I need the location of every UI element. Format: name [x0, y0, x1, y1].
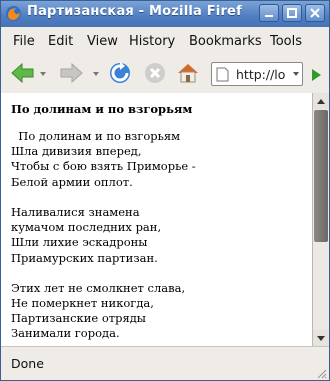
page-content[interactable]: По долинам и по взгорьям По долинам и по… [1, 93, 312, 346]
home-icon[interactable] [175, 60, 201, 86]
menu-bookmarks[interactable]: Bookmarks [189, 34, 262, 49]
page-icon [216, 67, 229, 82]
forward-history-dropdown[interactable] [93, 72, 99, 76]
poem-line: Партизанские отряды [11, 311, 146, 326]
poem-line: Не померкнет никогда, [11, 296, 154, 311]
close-icon [310, 8, 320, 18]
close-button[interactable] [305, 4, 325, 22]
reload-icon[interactable] [107, 60, 133, 86]
poem-line: Этих лет не смолкнет слава, [11, 280, 186, 295]
poem-line: Занимали города. [11, 326, 120, 341]
menu-view[interactable]: View [87, 34, 118, 49]
firefox-icon [6, 6, 21, 21]
scroll-thumb[interactable] [314, 110, 328, 242]
menu-file[interactable]: File [13, 34, 35, 49]
poem-line: Шли лихие эскадроны [11, 235, 148, 250]
resize-grip-icon[interactable] [315, 367, 327, 379]
minimize-button[interactable] [259, 4, 279, 22]
minimize-icon [265, 15, 273, 17]
browser-window: Партизанская - Mozilla Firef File Edit V… [0, 0, 330, 381]
status-text: Done [11, 356, 44, 371]
poem-line: По долинам и по взгорьям [11, 129, 181, 143]
menu-bar: File Edit View History Bookmarks Tools [1, 27, 329, 55]
title-bar[interactable]: Партизанская - Mozilla Firef [1, 1, 329, 27]
maximize-button[interactable] [282, 4, 302, 22]
poem-line: Чтобы с бою взять Приморье - [11, 159, 196, 174]
menu-tools[interactable]: Tools [270, 34, 302, 49]
poem-line: Наливалися знамена [11, 204, 140, 219]
poem-line: кумачом последних ран, [11, 220, 162, 235]
back-history-dropdown[interactable] [40, 72, 46, 76]
scroll-up-button[interactable] [313, 93, 329, 109]
forward-arrow-icon [60, 62, 83, 84]
scroll-down-button[interactable] [313, 330, 329, 346]
menu-edit[interactable]: Edit [48, 34, 73, 49]
poem-text: По долинам и по взгорьям Шла дивизия впе… [11, 129, 196, 342]
url-dropdown-icon[interactable] [293, 72, 299, 76]
poem-line: Белой армии оплот. [11, 174, 133, 189]
go-icon[interactable] [309, 68, 323, 82]
url-text[interactable]: http://lo [236, 67, 288, 82]
url-bar[interactable]: http://lo [211, 62, 303, 86]
page-heading: По долинам и по взгорьям [11, 102, 193, 116]
window-title: Партизанская - Mozilla Firef [27, 4, 242, 19]
poem-line: Приамурских партизан. [11, 250, 158, 265]
vertical-scrollbar[interactable] [312, 93, 329, 346]
menu-history[interactable]: History [129, 34, 175, 49]
stop-icon [145, 63, 165, 83]
navigation-toolbar: http://lo [1, 55, 329, 94]
back-arrow-icon[interactable] [9, 60, 37, 86]
poem-line: Шла дивизия вперед, [11, 144, 142, 159]
maximize-icon [287, 8, 297, 18]
status-bar: Done [1, 346, 329, 380]
